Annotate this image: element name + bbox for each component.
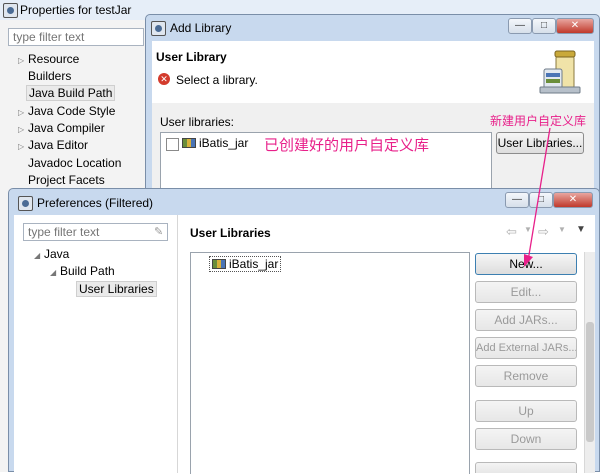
expand-arrow-icon[interactable]: ▷ <box>18 56 28 65</box>
properties-filter-input[interactable] <box>8 28 144 46</box>
tree-item-builders[interactable]: Builders <box>28 69 71 83</box>
user-libraries-label: User libraries: <box>160 115 235 129</box>
edit-button[interactable]: Edit... <box>475 281 577 303</box>
clear-filter-icon[interactable]: ✎ <box>154 225 164 238</box>
remove-button[interactable]: Remove <box>475 365 577 387</box>
list-item[interactable]: iBatis_jar <box>209 256 282 272</box>
eclipse-app-icon <box>18 196 33 211</box>
collapse-arrow-icon[interactable]: ◢ <box>50 268 60 277</box>
error-icon: ✕ <box>158 73 170 85</box>
properties-title: Properties for testJar <box>20 3 132 17</box>
tree-item-java-editor[interactable]: ▷ Java Editor <box>18 138 88 152</box>
banner-message: Select a library. <box>176 73 258 87</box>
expand-arrow-icon[interactable]: ▷ <box>18 142 28 151</box>
back-arrow-icon[interactable]: ⇦ <box>506 224 517 240</box>
vertical-scrollbar[interactable] <box>584 252 595 473</box>
banner-title: User Library <box>156 50 227 64</box>
add-library-title: Add Library <box>170 21 232 35</box>
add-jars-button[interactable]: Add JARs... <box>475 309 577 331</box>
eclipse-app-icon <box>151 21 166 36</box>
view-menu-icon[interactable]: ▼ <box>576 224 586 235</box>
library-checkbox[interactable] <box>166 138 179 151</box>
library-icon <box>212 259 226 269</box>
preferences-filter-input[interactable] <box>23 223 168 241</box>
preferences-content: ✎ ◢Java ◢Build Path User Libraries User … <box>14 215 595 474</box>
list-item[interactable]: iBatis_jar <box>182 136 248 150</box>
tree-item-resource[interactable]: ▷ Resource <box>18 52 79 66</box>
scrollbar-thumb[interactable] <box>586 322 594 442</box>
expand-arrow-icon[interactable]: ▷ <box>18 108 28 117</box>
pane-divider[interactable] <box>177 215 178 473</box>
eclipse-app-icon <box>3 3 18 18</box>
library-jars-icon <box>538 47 582 97</box>
maximize-button[interactable]: □ <box>532 18 556 34</box>
user-libraries-tree[interactable]: iBatis_jar <box>190 252 470 474</box>
annotation-arrow <box>524 127 551 267</box>
wizard-banner: User Library ✕ Select a library. <box>152 41 594 104</box>
preferences-title: Preferences (Filtered) <box>37 196 154 210</box>
up-button[interactable]: Up <box>475 400 577 422</box>
preferences-dialog: Preferences (Filtered) — □ ✕ ✎ ◢Java ◢Bu… <box>8 188 600 474</box>
page-title: User Libraries <box>190 226 271 240</box>
add-external-jars-button[interactable]: Add External JARs... <box>475 337 577 359</box>
close-button[interactable]: ✕ <box>556 18 594 34</box>
tree-item-java-build-path[interactable]: Java Build Path <box>26 85 116 101</box>
collapse-arrow-icon[interactable]: ◢ <box>34 251 44 260</box>
tree-item-user-libraries[interactable]: User Libraries <box>76 281 157 297</box>
tree-item-java-compiler[interactable]: ▷ Java Compiler <box>18 121 105 135</box>
created-library-annotation: 已创建好的用户自定义库 <box>264 136 430 154</box>
down-button[interactable]: Down <box>475 428 577 450</box>
tree-item-java[interactable]: ◢ Java <box>34 247 69 261</box>
tree-item-java-code-style[interactable]: ▷ Java Code Style <box>18 104 115 118</box>
tree-item-javadoc-location[interactable]: Javadoc Location <box>28 156 121 170</box>
partial-button[interactable] <box>475 462 577 473</box>
tree-item-build-path[interactable]: ◢ Build Path <box>50 264 115 278</box>
tree-item-project-facets[interactable]: Project Facets <box>28 173 105 187</box>
minimize-button[interactable]: — <box>508 18 532 34</box>
library-icon <box>182 138 196 148</box>
expand-arrow-icon[interactable]: ▷ <box>18 125 28 134</box>
